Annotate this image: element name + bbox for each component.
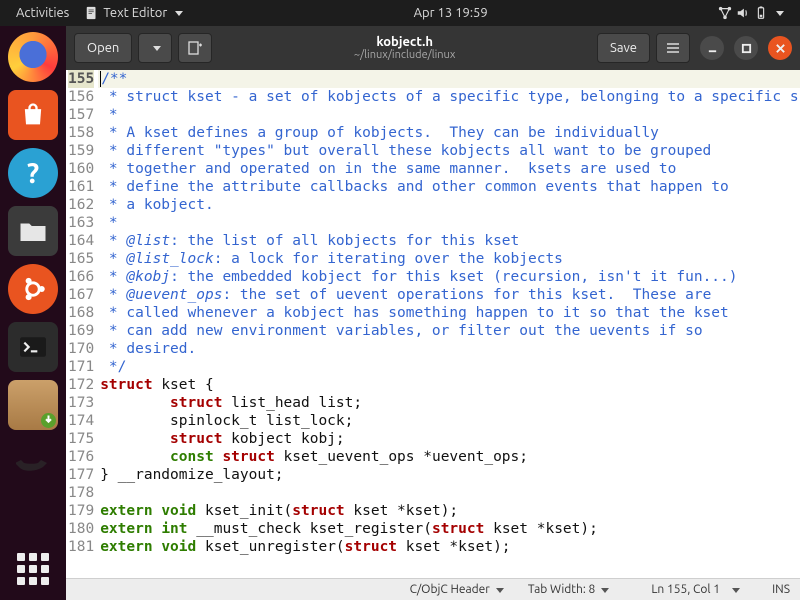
open-button[interactable]: Open bbox=[74, 33, 132, 63]
position-menu[interactable] bbox=[726, 583, 740, 596]
dock-help[interactable]: ? bbox=[8, 148, 58, 198]
app-menu-label: Text Editor bbox=[103, 6, 167, 20]
minimize-button[interactable] bbox=[700, 36, 724, 60]
headerbar: Open kobject.h ~/linux/include/linux Sav… bbox=[66, 26, 800, 70]
dock-item[interactable] bbox=[8, 438, 58, 488]
activities-button[interactable]: Activities bbox=[8, 6, 77, 20]
status-bar: C/ObjC Header Tab Width: 8 Ln 155, Col 1… bbox=[66, 578, 800, 600]
network-icon bbox=[718, 6, 732, 20]
tab-width-selector[interactable]: Tab Width: 8 bbox=[528, 583, 609, 596]
save-button[interactable]: Save bbox=[597, 33, 650, 63]
terminal-icon bbox=[20, 337, 46, 357]
download-icon bbox=[26, 398, 56, 428]
app-menu[interactable]: Text Editor bbox=[77, 6, 191, 20]
chevron-down-icon bbox=[153, 46, 161, 51]
open-recent-button[interactable] bbox=[138, 33, 172, 63]
insert-mode[interactable]: INS bbox=[772, 583, 790, 596]
shopping-bag-icon bbox=[19, 101, 47, 129]
system-status-area[interactable] bbox=[710, 6, 792, 20]
dock-software[interactable] bbox=[8, 90, 58, 140]
dock-package[interactable] bbox=[8, 380, 58, 430]
ubuntu-icon bbox=[18, 274, 48, 304]
source-view[interactable]: 1551561571581591601611621631641651661671… bbox=[66, 70, 800, 578]
chevron-down-icon bbox=[776, 11, 784, 16]
gedit-window: Open kobject.h ~/linux/include/linux Sav… bbox=[66, 26, 800, 600]
filepath: ~/linux/include/linux bbox=[218, 49, 591, 61]
gnome-top-panel: Activities Text Editor Apr 13 19:59 bbox=[0, 0, 800, 26]
volume-icon bbox=[736, 6, 750, 20]
hamburger-menu[interactable] bbox=[656, 33, 690, 63]
new-tab-button[interactable] bbox=[178, 33, 212, 63]
chevron-down-icon bbox=[175, 11, 183, 16]
show-applications[interactable] bbox=[8, 544, 58, 594]
phone-icon bbox=[16, 453, 50, 473]
new-document-icon bbox=[187, 40, 203, 56]
hamburger-icon bbox=[665, 40, 681, 56]
battery-icon bbox=[754, 6, 768, 20]
cursor-position: Ln 155, Col 1 bbox=[651, 583, 720, 596]
apps-grid-icon bbox=[17, 553, 49, 585]
source-text[interactable]: /** * struct kset - a set of kobjects of… bbox=[98, 70, 800, 556]
text-editor-icon bbox=[85, 6, 99, 20]
close-button[interactable] bbox=[768, 36, 792, 60]
filename: kobject.h bbox=[218, 35, 591, 49]
language-selector[interactable]: C/ObjC Header bbox=[410, 583, 504, 596]
dock-terminal[interactable] bbox=[8, 322, 58, 372]
dock-ubuntu[interactable] bbox=[8, 264, 58, 314]
clock[interactable]: Apr 13 19:59 bbox=[406, 6, 496, 20]
maximize-button[interactable] bbox=[734, 36, 758, 60]
folder-icon bbox=[18, 218, 48, 244]
ubuntu-dock: ? bbox=[0, 26, 66, 600]
line-number-gutter: 1551561571581591601611621631641651661671… bbox=[66, 70, 98, 556]
dock-files[interactable] bbox=[8, 206, 58, 256]
dock-firefox[interactable] bbox=[8, 32, 58, 82]
title-area: kobject.h ~/linux/include/linux bbox=[218, 35, 591, 61]
